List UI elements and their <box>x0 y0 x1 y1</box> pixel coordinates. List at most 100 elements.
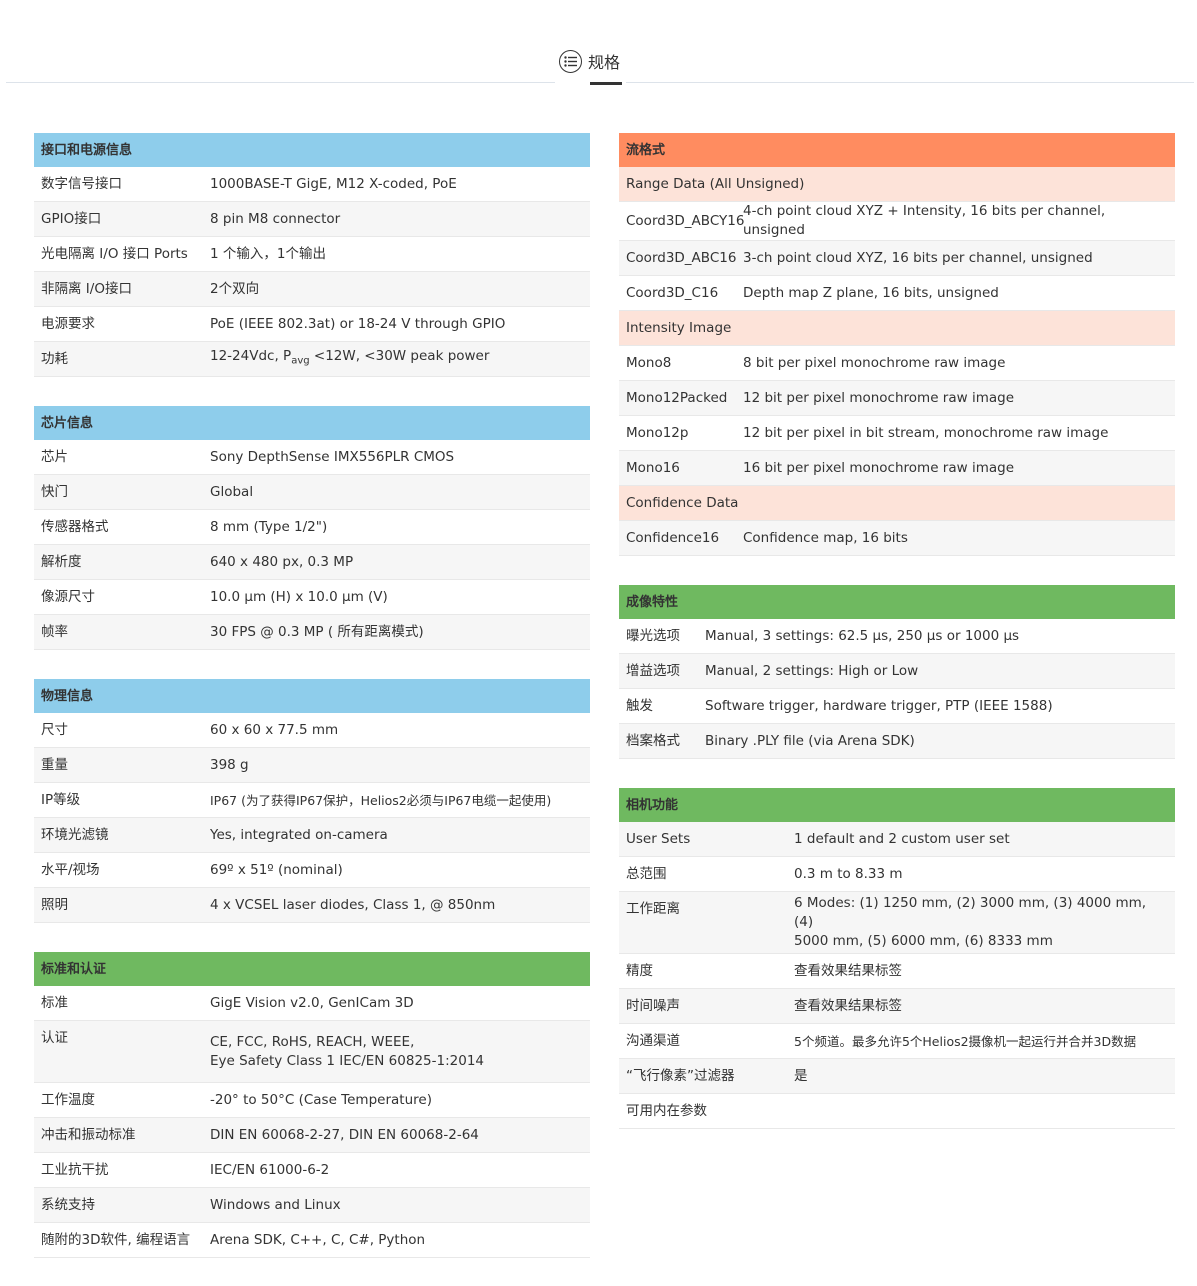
format-name: Mono8 <box>619 345 736 381</box>
table-title: 标准和认证 <box>34 951 590 986</box>
spec-label: 工作温度 <box>34 1082 203 1118</box>
format-desc: 12 bit per pixel in bit stream, monochro… <box>736 415 1175 451</box>
format-name: Coord3D_C16 <box>619 275 736 311</box>
table-row: Mono8 8 bit per pixel monochrome raw imag… <box>619 345 1175 381</box>
spec-value: 1000BASE-T GigE, M12 X-coded, PoE <box>203 167 590 202</box>
table-row: Coord3D_ABC16 3-ch point cloud XYZ, 16 bi… <box>619 240 1175 276</box>
format-name: Confidence16 <box>619 520 736 556</box>
header-divider-right <box>626 82 1194 83</box>
table-row: 功耗 12-24Vdc, Pavg <12W, <30W peak power <box>34 341 590 377</box>
spec-value: 0.3 m to 8.33 m <box>787 856 1175 892</box>
interface-power-table: 接口和电源信息 数字信号接口 1000BASE-T GigE, M12 X-cod… <box>34 132 590 377</box>
spec-value: 查看效果结果标签 <box>787 988 1175 1024</box>
spec-value: 10.0 µm (H) x 10.0 µm (V) <box>203 579 590 615</box>
table-row: 重量 398 g <box>34 747 590 783</box>
table-row: 时间噪声 查看效果结果标签 <box>619 988 1175 1024</box>
table-title: 成像特性 <box>619 584 1175 619</box>
spec-label: 冲击和振动标准 <box>34 1117 203 1153</box>
format-name: Coord3D_ABC16 <box>619 240 736 276</box>
table-row: 工作距离 6 Modes: (1) 1250 mm, (2) 3000 mm, (… <box>619 891 1175 954</box>
spec-label: 数字信号接口 <box>34 167 203 202</box>
work-distance-line-1: 6 Modes: (1) 1250 mm, (2) 3000 mm, (3) 4… <box>794 895 1147 930</box>
spec-label: 水平/视场 <box>34 852 203 888</box>
spec-label: 照明 <box>34 887 203 923</box>
table-subheader: Intensity Image <box>619 310 1175 346</box>
table-row: 随附的3D软件, 编程语言 Arena SDK, C++, C, C#, Pyth… <box>34 1222 590 1258</box>
spec-label: 像源尺寸 <box>34 579 203 615</box>
spec-value: 640 x 480 px, 0.3 MP <box>203 544 590 580</box>
imaging-properties-table: 成像特性 曝光选项 Manual, 3 settings: 62.5 µs, 25… <box>619 584 1175 759</box>
table-row: Confidence16 Confidence map, 16 bits <box>619 520 1175 556</box>
spec-value: Windows and Linux <box>203 1187 590 1223</box>
spec-value: Arena SDK, C++, C, C#, Python <box>203 1222 590 1258</box>
spec-value: Manual, 2 settings: High or Low <box>698 653 1175 689</box>
cert-line-1: CE, FCC, RoHS, REACH, WEEE, <box>210 1033 415 1050</box>
spec-value: GigE Vision v2.0, GenICam 3D <box>203 986 590 1021</box>
spec-value: 8 pin M8 connector <box>203 201 590 237</box>
table-row: 像源尺寸 10.0 µm (H) x 10.0 µm (V) <box>34 579 590 615</box>
spec-value: 30 FPS @ 0.3 MP ( 所有距离模式) <box>203 614 590 650</box>
table-row: 精度 查看效果结果标签 <box>619 953 1175 989</box>
table-row: 传感器格式 8 mm (Type 1/2") <box>34 509 590 545</box>
spec-label: 系统支持 <box>34 1187 203 1223</box>
table-row: GPIO接口 8 pin M8 connector <box>34 201 590 237</box>
spec-label: GPIO接口 <box>34 201 203 237</box>
table-title: 接口和电源信息 <box>34 132 590 167</box>
spec-label: 光电隔离 I/O 接口 Ports <box>34 236 203 272</box>
table-row: Coord3D_C16 Depth map Z plane, 16 bits, u… <box>619 275 1175 311</box>
spec-label: 增益选项 <box>619 653 698 689</box>
table-row: 电源要求 PoE (IEEE 802.3at) or 18-24 V throug… <box>34 306 590 342</box>
table-row: 认证 CE, FCC, RoHS, REACH, WEEE, Eye Safety … <box>34 1020 590 1083</box>
table-row: Mono12p 12 bit per pixel in bit stream, m… <box>619 415 1175 451</box>
table-title: 芯片信息 <box>34 405 590 440</box>
spec-value: Global <box>203 474 590 510</box>
spec-value: 4 x VCSEL laser diodes, Class 1, @ 850nm <box>203 887 590 923</box>
spec-label: User Sets <box>619 822 787 857</box>
page-title: 规格 <box>588 53 621 72</box>
spec-value: DIN EN 60068-2-27, DIN EN 60068-2-64 <box>203 1117 590 1153</box>
table-row: 非隔离 I/O接口 2个双向 <box>34 271 590 307</box>
spec-value: IP67 (为了获得IP67保护，Helios2必须与IP67电缆一起使用) <box>203 782 590 818</box>
spec-label: “飞行像素”过滤器 <box>619 1058 787 1094</box>
spec-value: IEC/EN 61000-6-2 <box>203 1152 590 1188</box>
spec-label: 曝光选项 <box>619 619 698 654</box>
format-name: Mono12Packed <box>619 380 736 416</box>
format-desc: 4-ch point cloud XYZ + Intensity, 16 bit… <box>736 201 1175 241</box>
spec-label: 触发 <box>619 688 698 724</box>
table-row: 冲击和振动标准 DIN EN 60068-2-27, DIN EN 60068-2… <box>34 1117 590 1153</box>
table-row: 工作温度 -20° to 50°C (Case Temperature) <box>34 1082 590 1118</box>
physical-info-table: 物理信息 尺寸 60 x 60 x 77.5 mm 重量 398 g IP等级 IP6… <box>34 678 590 923</box>
standards-certification-table: 标准和认证 标准 GigE Vision v2.0, GenICam 3D 认证 C… <box>34 951 590 1258</box>
spec-value: CE, FCC, RoHS, REACH, WEEE, Eye Safety Cl… <box>203 1020 590 1083</box>
spec-value: 60 x 60 x 77.5 mm <box>203 713 590 748</box>
spec-value: Software trigger, hardware trigger, PTP … <box>698 688 1175 724</box>
table-subheader: Confidence Data <box>619 485 1175 521</box>
active-tab-indicator <box>590 82 622 85</box>
work-distance-line-2: 5000 mm, (5) 6000 mm, (6) 8333 mm <box>794 933 1053 949</box>
spec-label: 传感器格式 <box>34 509 203 545</box>
table-header: 流格式 <box>619 132 1175 167</box>
tab-specifications[interactable]: 规格 <box>559 46 620 76</box>
format-name: Mono16 <box>619 450 736 486</box>
table-row: 系统支持 Windows and Linux <box>34 1187 590 1223</box>
spec-label: 可用内在参数 <box>619 1093 787 1129</box>
table-row: 数字信号接口 1000BASE-T GigE, M12 X-coded, PoE <box>34 167 590 202</box>
spec-value: Binary .PLY file (via Arena SDK) <box>698 723 1175 759</box>
power-subscript: avg <box>291 355 310 367</box>
cert-line-2: Eye Safety Class 1 IEC/EN 60825-1:2014 <box>210 1052 484 1069</box>
table-row: 触发 Software trigger, hardware trigger, PT… <box>619 688 1175 724</box>
spec-label: 快门 <box>34 474 203 510</box>
spec-value: 6 Modes: (1) 1250 mm, (2) 3000 mm, (3) 4… <box>787 891 1175 954</box>
table-row: Coord3D_ABCY16 4-ch point cloud XYZ + Int… <box>619 201 1175 241</box>
spec-label: 解析度 <box>34 544 203 580</box>
power-text: 12-24Vdc, P <box>210 348 292 365</box>
table-row: 增益选项 Manual, 2 settings: High or Low <box>619 653 1175 689</box>
subheader-label: Intensity Image <box>619 310 1175 346</box>
spec-value: 8 mm (Type 1/2") <box>203 509 590 545</box>
table-header: 物理信息 <box>34 678 590 713</box>
spec-label: 时间噪声 <box>619 988 787 1024</box>
spec-value: 12-24Vdc, Pavg <12W, <30W peak power <box>203 341 590 377</box>
header-divider-left <box>6 82 555 83</box>
table-row: User Sets 1 default and 2 custom user set <box>619 822 1175 857</box>
table-row: 解析度 640 x 480 px, 0.3 MP <box>34 544 590 580</box>
